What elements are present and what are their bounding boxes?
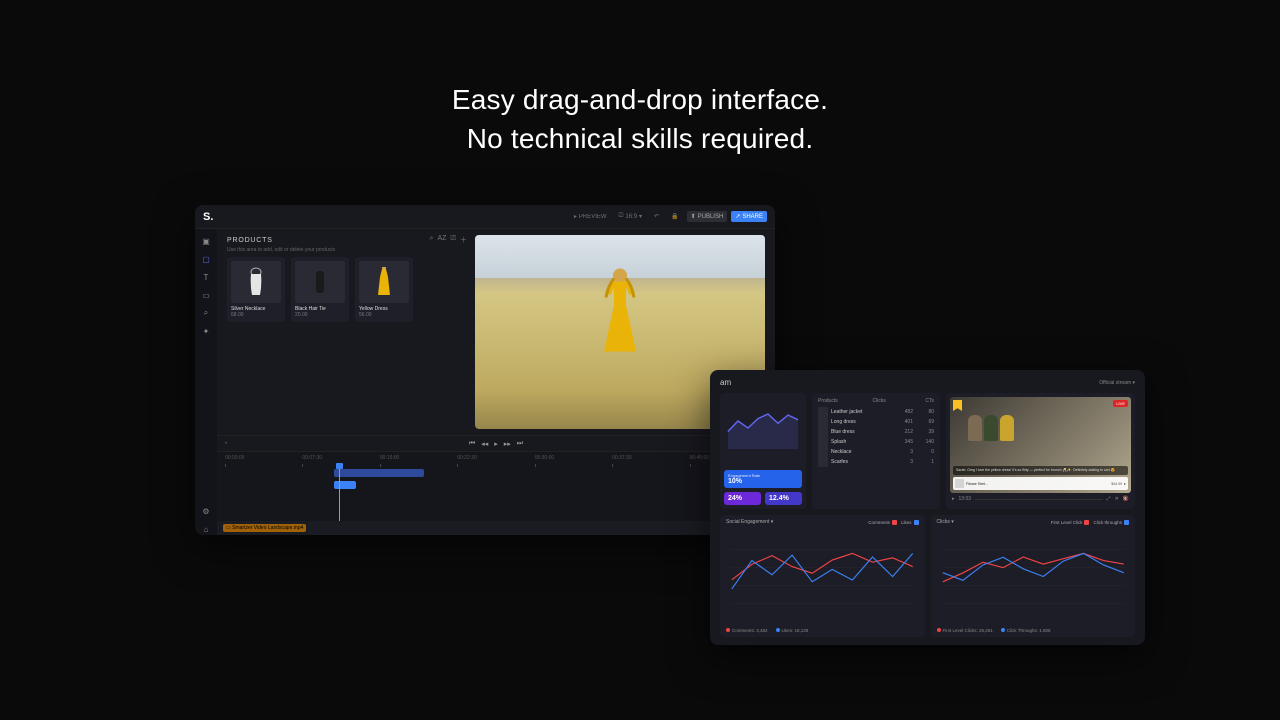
forward-button[interactable]: ⏭ — [517, 440, 523, 448]
table-row[interactable]: Long dress40169 — [818, 417, 934, 427]
stat-engagement: Engagement Rate 10% — [724, 470, 802, 488]
products-search-icon[interactable]: ⌕ — [430, 235, 434, 245]
product-thumb — [818, 447, 828, 457]
products-hint: Use this area to add, edit or delete you… — [227, 247, 467, 253]
dashboard-title: am — [720, 378, 731, 387]
timeline-tick: 00:37:30 — [612, 455, 631, 461]
product-card[interactable]: Silver Necklace 68.00 — [227, 257, 285, 322]
social-chart-card: Social Engagement ▾ Comments Likes Comme… — [720, 515, 925, 637]
live-product-chip[interactable]: Fitcare Stret… $44.99 ▸ — [953, 477, 1128, 490]
product-card[interactable]: Yellow Dress 56.00 — [355, 257, 413, 322]
product-grid: Silver Necklace 68.00 Black Hair Tie 20.… — [227, 257, 467, 322]
search-icon[interactable]: ⌕ — [200, 307, 212, 319]
products-filter-icon[interactable]: ⎚ — [450, 235, 456, 245]
chevron-right-icon: ▸ — [1124, 481, 1126, 486]
layers-icon[interactable]: ▣ — [200, 235, 212, 247]
marketing-headline: Easy drag-and-drop interface. No technic… — [0, 0, 1280, 158]
transport-bar: • ⏮ ◂◂ ▸ ▸▸ ⏭ 00:02:09 / 00:53:00 — [217, 435, 775, 451]
live-screen[interactable]: LIVE Sarah: Omg I love the yellow dress!… — [950, 397, 1131, 493]
clicks-chart — [937, 525, 1130, 628]
products-icon[interactable]: ▢ — [200, 253, 212, 265]
file-chip[interactable]: ▭ Smartzer Video Landscape.mp4 — [223, 524, 306, 532]
product-card[interactable]: Black Hair Tie 20.00 — [291, 257, 349, 322]
table-row[interactable]: Leather jacket48280 — [818, 407, 934, 417]
product-thumb — [818, 417, 828, 427]
play-button[interactable]: ▸ — [494, 440, 498, 448]
overview-chart-card: Engagement Rate 10% 24% 12.4% — [720, 393, 806, 509]
live-product-thumb — [955, 479, 964, 488]
table-row[interactable]: Necklace30 — [818, 447, 934, 457]
products-table: Products Clicks CTs Leather jacket48280L… — [812, 393, 940, 509]
play-icon[interactable]: ▸ — [952, 496, 955, 502]
bookmark-icon[interactable] — [953, 400, 962, 411]
timeline-tick: 00:07:30 — [302, 455, 321, 461]
live-badge: LIVE — [1113, 400, 1128, 407]
live-caption: Sarah: Omg I love the yellow dress! It's… — [953, 466, 1128, 475]
step-back-button[interactable]: ◂◂ — [481, 440, 488, 448]
products-sort-icon[interactable]: AZ — [437, 235, 446, 245]
overview-chart — [724, 397, 802, 466]
clicks-chart-card: Clicks ▾ First Level Click Click through… — [931, 515, 1136, 637]
stream-selector[interactable]: Official stream ▾ — [1099, 380, 1135, 386]
timeline-clip-selected[interactable] — [334, 481, 356, 489]
dashboard-window: am Official stream ▾ Engagement Rate 10%… — [710, 370, 1145, 645]
undo-button[interactable]: ↶ — [650, 211, 663, 222]
effects-icon[interactable]: ✦ — [200, 325, 212, 337]
editor-topbar: S. ▸ PREVIEW ⎚ 16:9 ▾ ↶ 🔒 ⬆ PUBLISH ↗ SH… — [195, 205, 775, 229]
timeline-tick: 00:30:00 — [535, 455, 554, 461]
product-thumb — [818, 427, 828, 437]
home-icon[interactable]: ⌂ — [200, 523, 212, 535]
media-icon[interactable]: ▭ — [200, 289, 212, 301]
timeline[interactable]: 00:00:00 00:07:30 00:15:00 00:22:30 00:30:00… — [217, 451, 775, 535]
product-thumb — [818, 407, 828, 417]
products-table-title: Products — [818, 398, 838, 404]
timecode-start: • — [225, 441, 227, 447]
timeline-tick: 00:45:00 — [690, 455, 709, 461]
publish-button[interactable]: ⬆ PUBLISH — [687, 211, 728, 222]
aspect-selector[interactable]: ⎚ 16:9 ▾ — [615, 211, 647, 222]
step-fwd-button[interactable]: ▸▸ — [504, 440, 511, 448]
live-preview-card: LIVE Sarah: Omg I love the yellow dress!… — [946, 393, 1135, 509]
table-row[interactable]: Blue dress21239 — [818, 427, 934, 437]
live-time: 13:03 — [959, 496, 972, 502]
share-button[interactable]: ↗ SHARE — [731, 211, 767, 222]
stat-ctr: 24% — [724, 492, 761, 505]
timeline-tick: 00:22:30 — [457, 455, 476, 461]
preview-button[interactable]: ▸ PREVIEW — [570, 211, 611, 222]
table-row[interactable]: Scarfes31 — [818, 457, 934, 467]
timeline-tick: 00:00:00 — [225, 455, 244, 461]
mute-icon[interactable]: 🔇 — [1123, 496, 1129, 502]
timeline-clip[interactable] — [334, 469, 424, 477]
products-add-icon[interactable]: ＋ — [460, 235, 467, 245]
timeline-tick: 00:15:00 — [380, 455, 399, 461]
editor-sidebar: ▣ ▢ T ▭ ⌕ ✦ ⚙ ⌂ — [195, 229, 217, 535]
table-row[interactable]: Splash345140 — [818, 437, 934, 447]
social-chart — [726, 525, 919, 628]
products-title: PRODUCTS — [227, 237, 273, 244]
rewind-button[interactable]: ⏮ — [469, 440, 475, 448]
close-icon[interactable]: ✕ — [1115, 496, 1119, 502]
lock-button[interactable]: 🔒 — [667, 211, 682, 222]
stat-conv: 12.4% — [765, 492, 802, 505]
product-thumb — [818, 437, 828, 447]
products-panel: PRODUCTS ⌕ AZ ⎚ ＋ Use this area to add, … — [227, 235, 467, 429]
app-logo: S. — [203, 211, 213, 223]
settings-icon[interactable]: ⚙ — [200, 505, 212, 517]
product-thumb — [818, 457, 828, 467]
editor-window: S. ▸ PREVIEW ⎚ 16:9 ▾ ↶ 🔒 ⬆ PUBLISH ↗ SH… — [195, 205, 775, 535]
expand-icon[interactable]: ⤢ — [1107, 496, 1111, 502]
text-icon[interactable]: T — [200, 271, 212, 283]
